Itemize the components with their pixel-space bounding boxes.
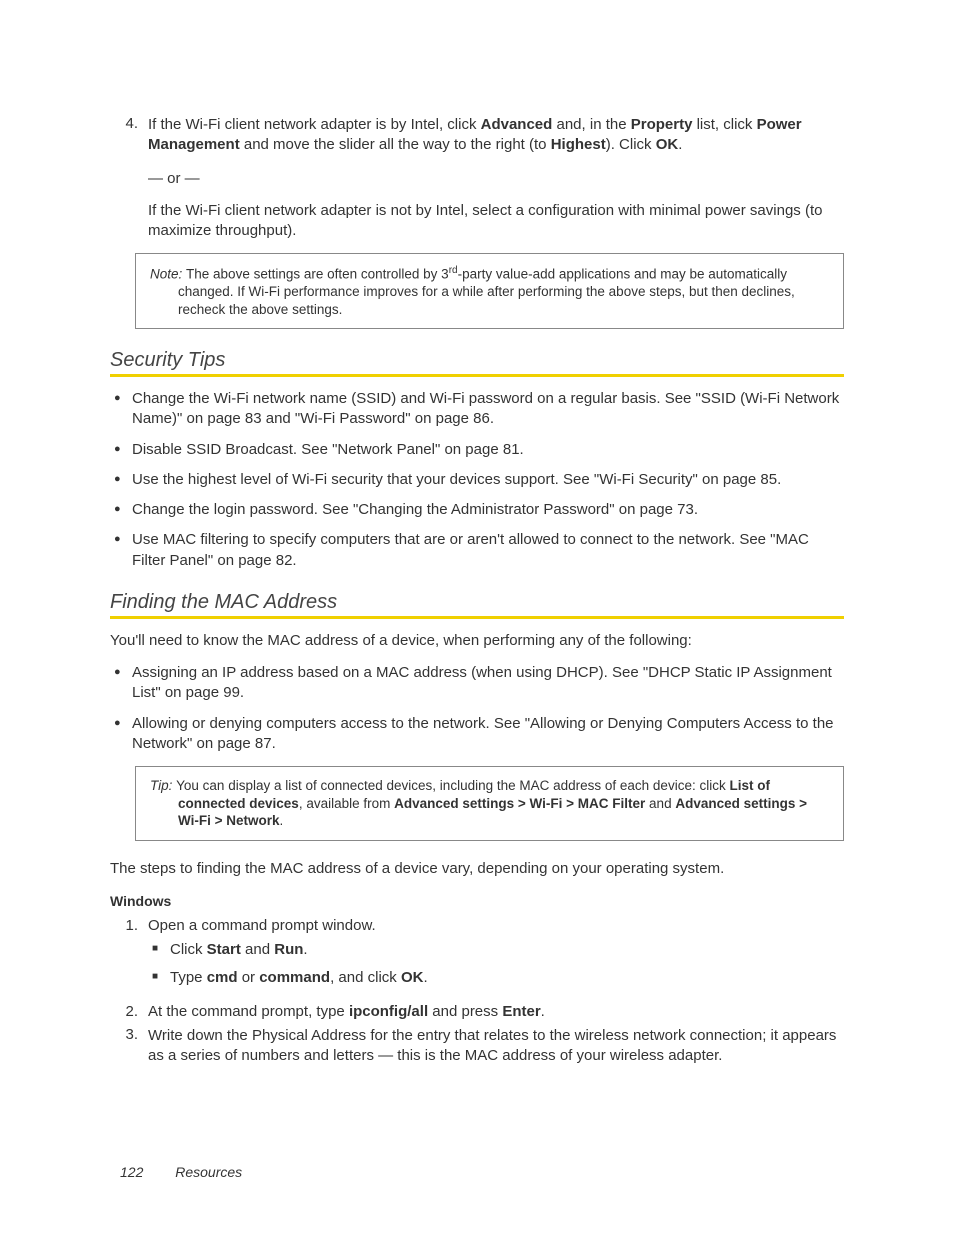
list-item: Assigning an IP address based on a MAC a…	[132, 663, 844, 704]
step-body: Open a command prompt window. Click Star…	[148, 917, 844, 997]
text: ). Click	[606, 136, 656, 153]
gt: >	[562, 796, 577, 811]
step-number: 4.	[110, 115, 148, 241]
step-body: If the Wi-Fi client network adapter is b…	[148, 115, 844, 241]
mac-intro: You'll need to know the MAC address of a…	[110, 631, 844, 651]
text: .	[541, 1003, 545, 1020]
win-step-2: 2. At the command prompt, type ipconfig/…	[110, 1003, 844, 1020]
step-number: 2.	[110, 1003, 148, 1020]
bold-network: Network	[226, 813, 279, 828]
or-divider: — or —	[148, 170, 844, 187]
win-step1-text: Open a command prompt window.	[148, 917, 844, 934]
note-label: Note:	[150, 267, 186, 282]
gt: >	[795, 796, 807, 811]
step-4-part1: If the Wi-Fi client network adapter is b…	[148, 115, 844, 156]
footer-section: Resources	[175, 1164, 242, 1180]
bold-highest: Highest	[551, 136, 606, 153]
step-number: 3.	[110, 1026, 148, 1067]
finding-mac-heading: Finding the MAC Address	[110, 591, 844, 614]
text: list, click	[692, 116, 756, 133]
step-body: Write down the Physical Address for the …	[148, 1026, 844, 1067]
step-4-part2: If the Wi-Fi client network adapter is n…	[148, 201, 844, 242]
text: , and click	[330, 969, 401, 986]
note-box: Note: The above settings are often contr…	[135, 253, 844, 329]
bold-advanced: Advanced	[481, 116, 553, 133]
list-item: Click Start and Run.	[170, 940, 844, 960]
text: and press	[428, 1003, 502, 1020]
page-footer: 122 Resources	[120, 1164, 242, 1180]
bold-enter: Enter	[502, 1003, 540, 1020]
step-body: At the command prompt, type ipconfig/all…	[148, 1003, 844, 1020]
tip-text: .	[280, 813, 284, 828]
text: .	[423, 969, 427, 986]
text: .	[303, 941, 307, 958]
bold-advanced-settings: Advanced settings	[675, 796, 795, 811]
step-4: 4. If the Wi-Fi client network adapter i…	[110, 115, 844, 241]
bold-advanced-settings: Advanced settings	[394, 796, 514, 811]
list-item: Type cmd or command, and click OK.	[170, 968, 844, 988]
text: .	[678, 136, 682, 153]
bold-ipconfig: ipconfig/all	[349, 1003, 428, 1020]
bold-mac-filter: MAC Filter	[578, 796, 646, 811]
bold-wifi: Wi-Fi	[530, 796, 563, 811]
list-item: Use the highest level of Wi-Fi security …	[132, 470, 844, 490]
bold-run: Run	[274, 941, 303, 958]
list-item: Use MAC filtering to specify computers t…	[132, 530, 844, 571]
bold-wifi: Wi-Fi	[178, 813, 211, 828]
list-item: Change the login password. See "Changing…	[132, 500, 844, 520]
text: If the Wi-Fi client network adapter is b…	[148, 116, 481, 133]
tip-label: Tip:	[150, 778, 176, 793]
text: Click	[170, 941, 207, 958]
text: and, in the	[552, 116, 630, 133]
list-item: Allowing or denying computers access to …	[132, 714, 844, 755]
page-content: 4. If the Wi-Fi client network adapter i…	[0, 0, 954, 1066]
list-item: Disable SSID Broadcast. See "Network Pan…	[132, 440, 844, 460]
tip-text: , available from	[299, 796, 394, 811]
section-rule	[110, 616, 844, 619]
section-rule	[110, 374, 844, 377]
bold-ok: OK	[656, 136, 679, 153]
text: and	[241, 941, 274, 958]
bold-start: Start	[207, 941, 241, 958]
tip-box: Tip: You can display a list of connected…	[135, 766, 844, 841]
after-tip-para: The steps to finding the MAC address of …	[110, 859, 844, 879]
bold-property: Property	[631, 116, 693, 133]
text: Type	[170, 969, 207, 986]
win-step-3: 3. Write down the Physical Address for t…	[110, 1026, 844, 1067]
superscript: rd	[449, 265, 458, 276]
mac-bullets: Assigning an IP address based on a MAC a…	[110, 663, 844, 754]
text: or	[238, 969, 260, 986]
bold-ok: OK	[401, 969, 424, 986]
bold-command: command	[259, 969, 330, 986]
text: and move the slider all the way to the r…	[240, 136, 551, 153]
gt: >	[514, 796, 529, 811]
page-number: 122	[120, 1164, 143, 1180]
win-step-1: 1. Open a command prompt window. Click S…	[110, 917, 844, 997]
gt: >	[211, 813, 226, 828]
tip-text: You can display a list of connected devi…	[176, 778, 729, 793]
win-step1-sublist: Click Start and Run. Type cmd or command…	[148, 940, 844, 989]
text: At the command prompt, type	[148, 1003, 349, 1020]
windows-subhead: Windows	[110, 893, 844, 909]
note-text: The above settings are often controlled …	[186, 267, 449, 282]
list-item: Change the Wi-Fi network name (SSID) and…	[132, 389, 844, 430]
security-tips-heading: Security Tips	[110, 349, 844, 372]
security-tips-list: Change the Wi-Fi network name (SSID) and…	[110, 389, 844, 571]
tip-text: and	[645, 796, 675, 811]
step-number: 1.	[110, 917, 148, 997]
bold-cmd: cmd	[207, 969, 238, 986]
